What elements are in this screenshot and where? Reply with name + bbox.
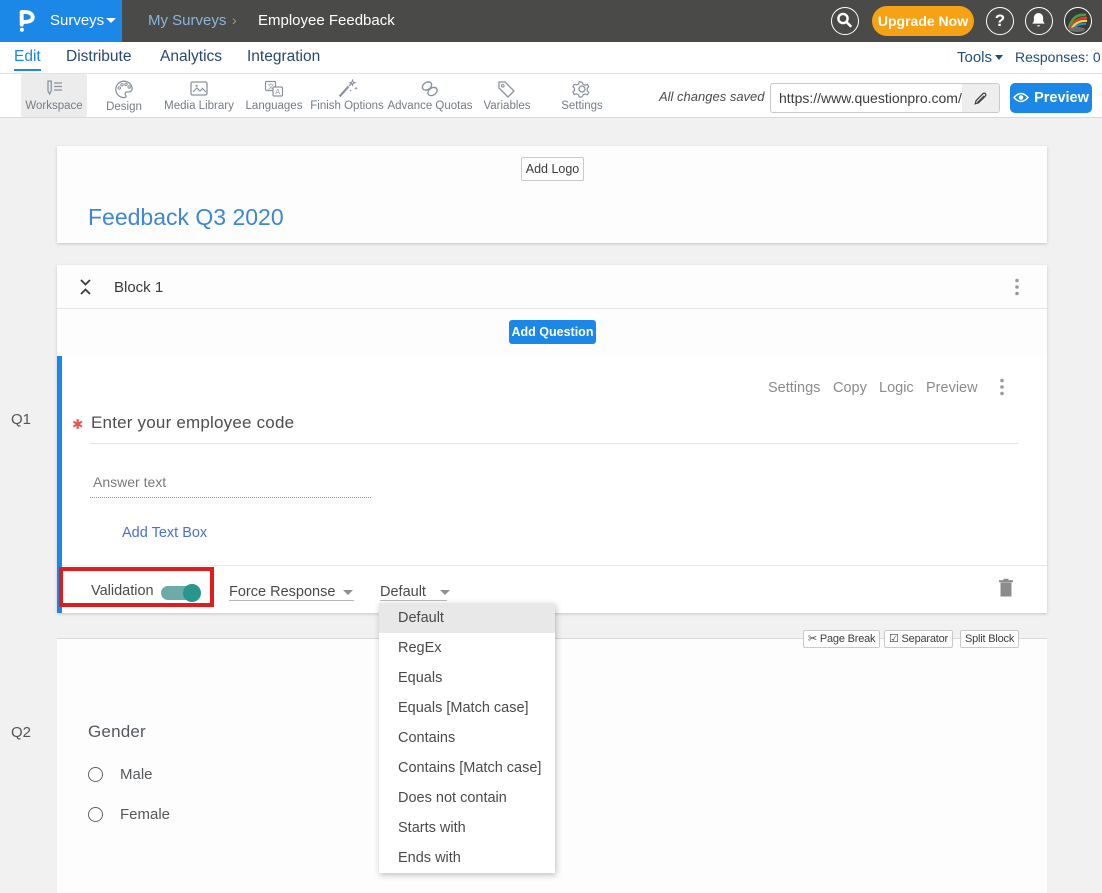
- svg-text:A: A: [275, 89, 280, 96]
